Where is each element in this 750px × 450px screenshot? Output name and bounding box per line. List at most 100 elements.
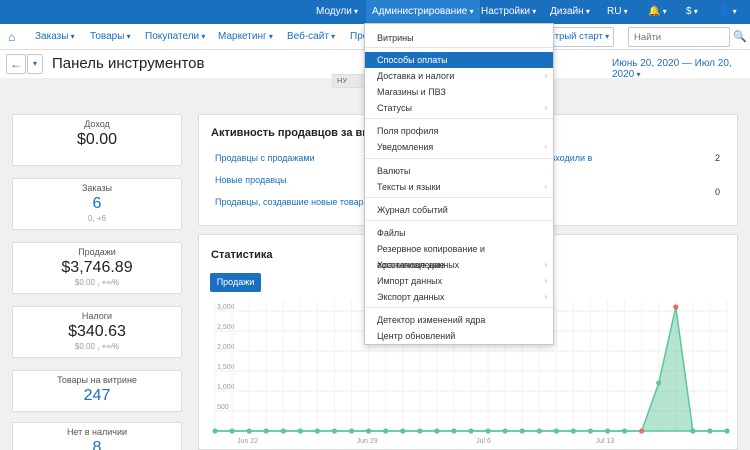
data-point	[451, 428, 457, 434]
menu-item-label: Статусы	[377, 103, 412, 113]
menu-item-label: Импорт данных	[377, 276, 443, 286]
administration-dropdown-menu: Витрины Способы оплаты Доставка и налоги › М…	[364, 23, 554, 345]
stat-value: $340.63	[68, 323, 126, 340]
menu-item[interactable]: Магазины и ПВЗ	[365, 84, 553, 100]
data-point	[502, 428, 508, 434]
data-point	[383, 428, 389, 434]
nav-marketing[interactable]: Маркетинг	[218, 24, 273, 50]
data-point	[314, 428, 320, 434]
menu-item-label: Магазины и ПВЗ	[377, 87, 446, 97]
new-vendors-link[interactable]: Новые продавцы	[215, 175, 287, 185]
menu-item-label: Витрины	[377, 33, 414, 43]
menu-item[interactable]: Уведомления ›	[365, 139, 553, 155]
menu-item[interactable]: Способы оплаты	[365, 52, 553, 68]
data-point	[468, 428, 474, 434]
nav-customers[interactable]: Покупатели	[145, 24, 205, 50]
menu-item-label: Уведомления	[377, 142, 434, 152]
x-tick-label: Jun 22	[237, 438, 258, 445]
stat-card-orders[interactable]: Заказы 6 0, +6	[12, 178, 182, 230]
back-dropdown-chevron-icon[interactable]: ▾	[27, 54, 43, 74]
data-point	[622, 428, 628, 434]
data-point	[366, 428, 372, 434]
notifications-bell-icon[interactable]: 🔔	[648, 0, 667, 24]
search-input[interactable]	[628, 27, 730, 47]
menu-item-label: Поля профиля	[377, 126, 439, 136]
vendors-new-products-link[interactable]: Продавцы, создавшие новые товары	[215, 197, 370, 207]
menu-administration[interactable]: Администрирование	[366, 0, 480, 24]
menu-separator	[365, 118, 553, 119]
stat-value[interactable]: 8	[13, 439, 181, 450]
data-point	[707, 428, 713, 434]
data-point	[690, 428, 696, 434]
data-point	[297, 428, 303, 434]
menu-item[interactable]: Резервное копирование и восстановление	[365, 241, 553, 270]
nav-products[interactable]: Товары	[90, 24, 131, 50]
menu-item[interactable]: Хранилище данных ›	[365, 257, 553, 273]
data-point	[348, 428, 355, 434]
menu-item-label: Доставка и налоги	[377, 71, 455, 81]
menu-item[interactable]: Поля профиля	[365, 123, 553, 139]
menu-item[interactable]: Экспорт данных ›	[365, 289, 553, 305]
menu-item-label: Файлы	[377, 228, 406, 238]
data-point	[485, 428, 491, 434]
data-point	[604, 428, 611, 434]
stat-value: $3,746.89	[61, 259, 133, 276]
data-point	[724, 428, 730, 434]
stat-card-out-of-stock[interactable]: Нет в наличии 8	[12, 422, 182, 450]
menu-item[interactable]: Детектор изменений ядра	[365, 312, 553, 328]
menu-item[interactable]: Импорт данных ›	[365, 273, 553, 289]
menu-item-label: Способы оплаты	[377, 55, 448, 65]
menu-item-label: Тексты и языки	[377, 182, 441, 192]
menu-item[interactable]: Витрины	[365, 30, 553, 46]
submenu-chevron-icon: ›	[544, 182, 547, 191]
data-point	[212, 428, 218, 434]
search-icon[interactable]: 🔍	[732, 27, 748, 47]
menu-item[interactable]: Файлы	[365, 225, 553, 241]
data-point	[417, 428, 423, 434]
menu-item-label: Валюты	[377, 166, 411, 176]
menu-language[interactable]: RU	[607, 0, 628, 24]
stat-card-storefront-products[interactable]: Товары на витрине 247	[12, 370, 182, 412]
data-point	[229, 428, 235, 434]
user-menu-icon[interactable]: 👤	[718, 0, 737, 24]
back-button[interactable]: ←	[6, 54, 26, 74]
menu-settings[interactable]: Настройки	[481, 0, 536, 24]
menu-item[interactable]: Журнал событий	[365, 202, 553, 218]
submenu-chevron-icon: ›	[544, 142, 547, 151]
stat-label: Нет в наличии	[66, 427, 128, 437]
nav-orders[interactable]: Заказы	[35, 24, 75, 50]
x-tick-label: Jul 13	[596, 438, 615, 445]
data-point	[536, 428, 542, 434]
menu-item[interactable]: Доставка и налоги ›	[365, 68, 553, 84]
submenu-chevron-icon: ›	[544, 103, 547, 112]
stat-card-income: Доход $0.00	[12, 114, 182, 166]
menu-item[interactable]: Валюты	[365, 163, 553, 179]
data-point	[587, 428, 594, 434]
menu-currency[interactable]: $	[686, 0, 698, 24]
submenu-chevron-icon: ›	[544, 260, 547, 269]
data-point	[639, 428, 645, 434]
submenu-chevron-icon: ›	[544, 276, 547, 285]
home-icon[interactable]: ⌂	[8, 24, 15, 50]
data-point	[400, 428, 406, 434]
stat-card-taxes: Налоги $340.63 $0.00 , +∞%	[12, 306, 182, 358]
stat-value[interactable]: 247	[13, 387, 181, 405]
data-point	[519, 428, 525, 434]
menu-item[interactable]: Тексты и языки ›	[365, 179, 553, 195]
stat-value[interactable]: 6	[13, 195, 181, 213]
date-range-picker[interactable]: Июнь 20, 2020 — Июл 20, 2020	[612, 58, 750, 80]
menu-item-label: Центр обновлений	[377, 331, 456, 341]
menu-design[interactable]: Дизайн	[550, 0, 590, 24]
activity-value: 2	[715, 153, 721, 163]
vendors-with-sales-link[interactable]: Продавцы с продажами	[215, 153, 315, 163]
menu-item[interactable]: Статусы ›	[365, 100, 553, 116]
nav-website[interactable]: Веб-сайт	[287, 24, 335, 50]
stat-sub: $0.00 , +∞%	[74, 342, 120, 351]
stat-sub: $0.00 , +∞%	[74, 278, 120, 287]
menu-item-label: Журнал событий	[377, 205, 448, 215]
stat-label: Доход	[84, 119, 110, 129]
stat-label: Товары на витрине	[57, 375, 137, 385]
menu-modules[interactable]: Модули	[316, 0, 358, 24]
data-point	[280, 428, 286, 434]
menu-item[interactable]: Центр обновлений	[365, 328, 553, 344]
